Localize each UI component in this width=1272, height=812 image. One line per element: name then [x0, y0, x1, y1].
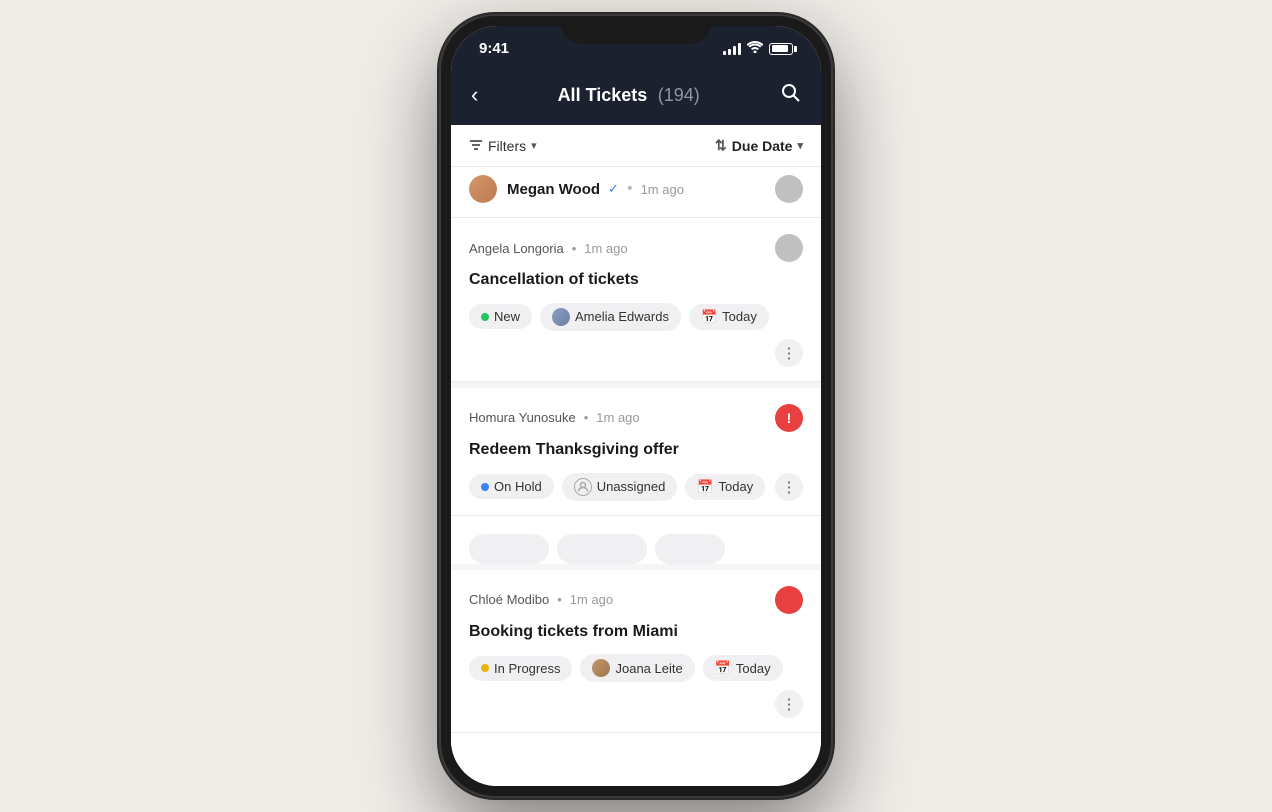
status-dot-green	[481, 313, 489, 321]
ticket-tags: In Progress Joana Leite 📅 Today	[469, 654, 803, 718]
ticket-meta: Chloé Modibo • 1m ago	[469, 592, 613, 607]
calendar-icon: 📅	[697, 479, 713, 495]
status-tag[interactable]: On Hold	[469, 474, 554, 499]
dot-separator: •	[557, 592, 562, 607]
phone-wrapper: 9:41	[426, 0, 846, 812]
sort-button[interactable]: ⇅ Due Date ▾	[715, 137, 803, 154]
ticket-title: Booking tickets from Miami	[469, 622, 803, 643]
ticket-header: Angela Longoria • 1m ago	[469, 234, 803, 262]
battery-icon	[769, 43, 793, 55]
ticket-item: Angela Longoria • 1m ago Cancellation of…	[451, 218, 821, 382]
avatar	[469, 175, 497, 203]
phone-frame: 9:41	[441, 16, 831, 796]
author-name: Megan Wood	[507, 181, 600, 198]
ticket-time: 1m ago	[584, 241, 627, 256]
ticket-author: Homura Yunosuke	[469, 410, 576, 425]
status-time: 9:41	[479, 40, 509, 57]
ticket-author: Chloé Modibo	[469, 592, 549, 607]
date-label: Today	[722, 309, 757, 324]
date-label: Today	[736, 661, 771, 676]
ticket-item: Chloé Modibo • 1m ago Booking tickets fr…	[451, 570, 821, 734]
ticket-author: Angela Longoria	[469, 241, 564, 256]
ticket-partial-top: Megan Wood ✓ • 1m ago	[451, 167, 821, 218]
page-title: All Tickets	[558, 85, 648, 105]
ticket-time: 1m ago	[641, 182, 684, 197]
date-label: Today	[719, 479, 754, 494]
sort-icon: ⇅	[715, 137, 727, 154]
unassigned-tag[interactable]: Unassigned	[562, 473, 678, 501]
date-tag[interactable]: 📅 Today	[685, 474, 765, 500]
dot-separator: •	[572, 241, 577, 256]
status-dot-blue	[481, 483, 489, 491]
ticket-meta: Angela Longoria • 1m ago	[469, 241, 628, 256]
signal-icon	[723, 43, 741, 55]
search-button[interactable]	[779, 81, 801, 109]
tickets-list: Megan Wood ✓ • 1m ago Angela Longoria	[451, 167, 821, 786]
status-indicator-red	[775, 586, 803, 614]
status-dot-yellow	[481, 664, 489, 672]
unassigned-label: Unassigned	[597, 479, 666, 494]
wifi-icon	[747, 41, 763, 56]
ticket-header: Chloé Modibo • 1m ago	[469, 586, 803, 614]
status-tag[interactable]: New	[469, 304, 532, 329]
calendar-icon: 📅	[701, 309, 717, 325]
status-label: New	[494, 309, 520, 324]
assignee-avatar	[552, 308, 570, 326]
status-label: On Hold	[494, 479, 542, 494]
ticket-title: Redeem Thanksgiving offer	[469, 440, 803, 461]
ticket-count: (194)	[658, 85, 700, 105]
filter-button[interactable]: Filters ▾	[469, 138, 537, 154]
filter-label: Filters	[488, 138, 526, 154]
status-icons	[723, 41, 793, 56]
content-area: Filters ▾ ⇅ Due Date ▾	[451, 125, 821, 786]
verified-icon: ✓	[608, 181, 619, 197]
ticket-header: Homura Yunosuke • 1m ago !	[469, 404, 803, 432]
assignee-name: Joana Leite	[615, 661, 682, 676]
filter-bar: Filters ▾ ⇅ Due Date ▾	[451, 125, 821, 167]
filter-icon	[469, 138, 483, 154]
unassigned-icon	[574, 478, 592, 496]
ticket-tags: On Hold Unassigned	[469, 473, 803, 501]
status-label: In Progress	[494, 661, 560, 676]
assignee-tag[interactable]: Amelia Edwards	[540, 303, 681, 331]
status-indicator	[775, 234, 803, 262]
assignee-avatar	[592, 659, 610, 677]
more-options-button[interactable]: ⋮	[775, 339, 803, 367]
date-tag[interactable]: 📅 Today	[703, 655, 783, 681]
phone-screen: 9:41	[451, 26, 821, 786]
ghost-tags	[469, 534, 803, 564]
ghost-row	[451, 516, 821, 564]
date-tag[interactable]: 📅 Today	[689, 304, 769, 330]
assignee-tag[interactable]: Joana Leite	[580, 654, 694, 682]
status-indicator	[775, 175, 803, 203]
more-options-button[interactable]: ⋮	[775, 473, 803, 501]
ticket-time: 1m ago	[570, 592, 613, 607]
sort-label: Due Date	[732, 138, 793, 154]
dot-separator: •	[584, 410, 589, 425]
calendar-icon: 📅	[715, 660, 731, 676]
ticket-time: 1m ago	[596, 410, 639, 425]
ticket-item: Homura Yunosuke • 1m ago ! Redeem Thanks…	[451, 388, 821, 516]
more-options-button[interactable]: ⋮	[775, 690, 803, 718]
sort-chevron-icon: ▾	[797, 139, 803, 152]
nav-bar: ‹ All Tickets (194)	[451, 67, 821, 125]
status-alert-icon: !	[775, 404, 803, 432]
dot-separator: •	[627, 180, 633, 198]
nav-title-area: All Tickets (194)	[558, 85, 700, 106]
status-tag[interactable]: In Progress	[469, 656, 572, 681]
assignee-name: Amelia Edwards	[575, 309, 669, 324]
back-button[interactable]: ‹	[471, 82, 478, 108]
notch	[561, 16, 711, 44]
ticket-title: Cancellation of tickets	[469, 270, 803, 291]
filter-chevron-icon: ▾	[531, 139, 537, 152]
ticket-tags: New Amelia Edwards 📅 Today	[469, 303, 803, 367]
ticket-meta: Homura Yunosuke • 1m ago	[469, 410, 640, 425]
